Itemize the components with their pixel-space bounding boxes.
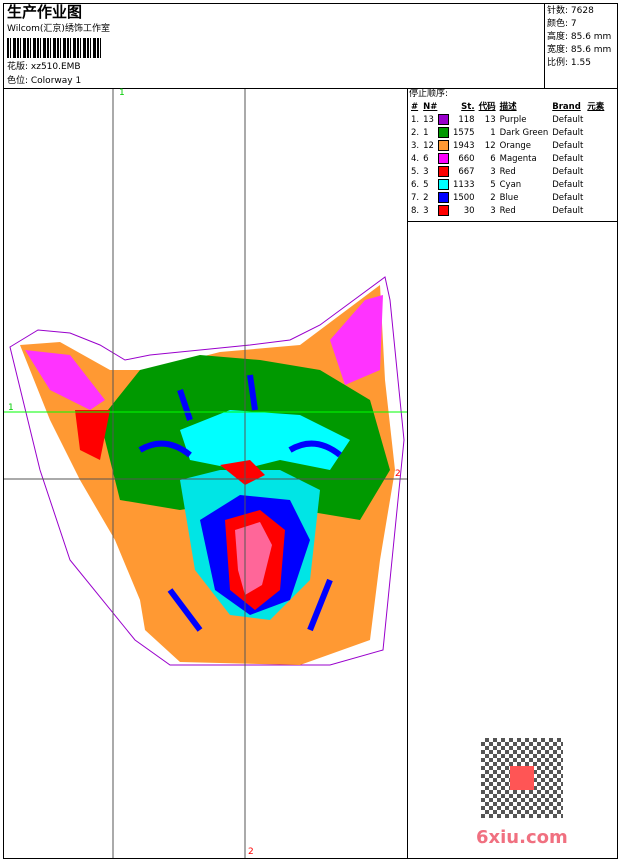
qr-code <box>481 738 563 818</box>
guide-label-h2: 2 <box>395 469 401 479</box>
guide-label-v2: 2 <box>248 847 254 857</box>
watermark-text: 6xiu.com <box>476 827 568 848</box>
guide-label-v1: 1 <box>119 88 125 98</box>
production-sheet: 生产作业图 Wilcom(汇京)绣饰工作室 花版: xz510.EMB 色位: … <box>0 0 620 860</box>
guide-label-h1: 1 <box>8 403 14 413</box>
seal-stamp <box>510 766 534 790</box>
design-preview <box>4 89 407 858</box>
